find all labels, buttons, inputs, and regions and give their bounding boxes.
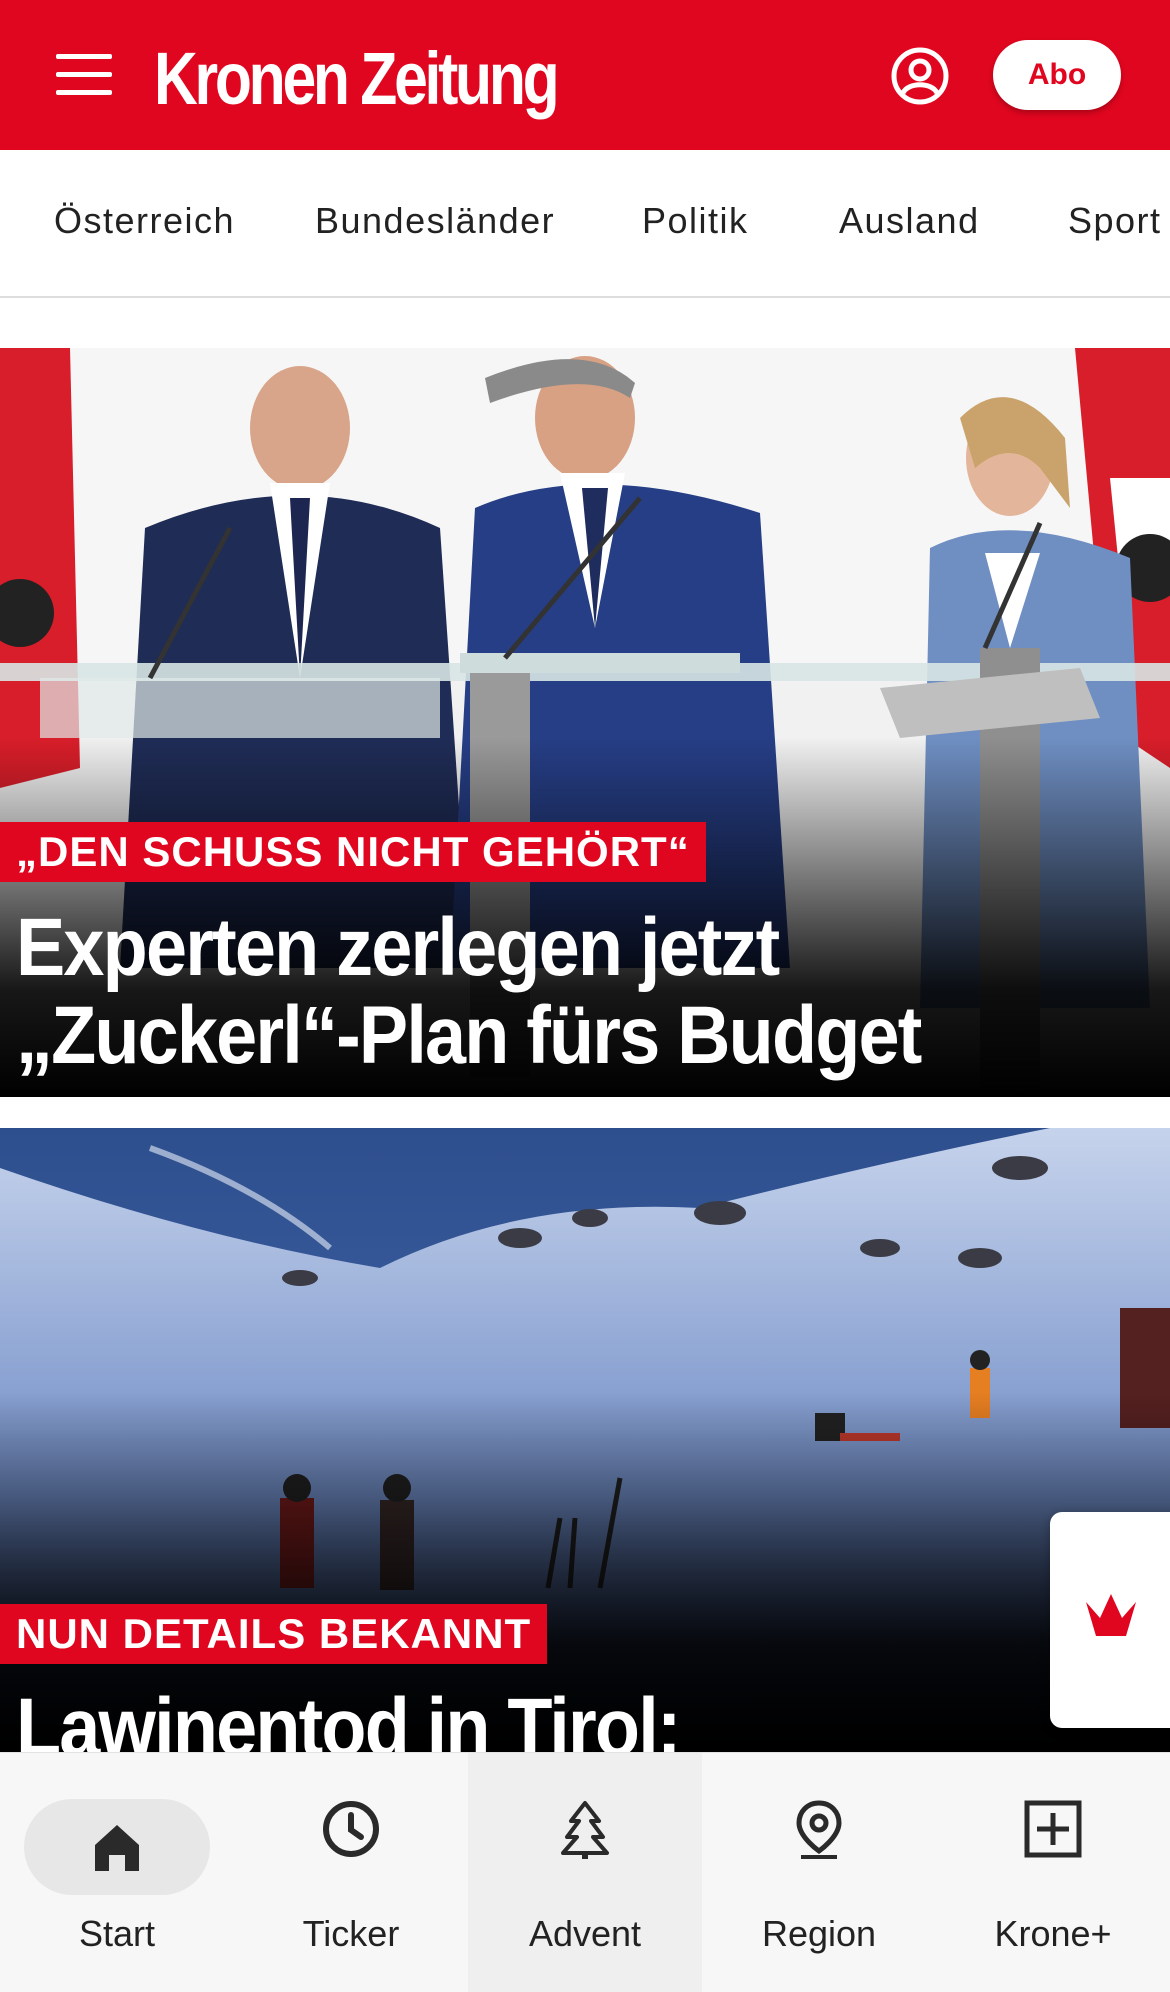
kronen-zeitung-logo[interactable]: Kronen Zeitung: [154, 34, 560, 124]
category-oesterreich[interactable]: Österreich: [54, 200, 235, 242]
category-ausland[interactable]: Ausland: [839, 200, 980, 242]
krone-floating-widget[interactable]: [1050, 1512, 1170, 1728]
abo-button[interactable]: Abo: [993, 40, 1121, 110]
christmas-tree-icon: [555, 1799, 615, 1859]
nav-label: Advent: [528, 1913, 642, 1954]
category-sport[interactable]: Sport: [1068, 200, 1162, 242]
bottom-navigation: Start Ticker Advent Region Krone+: [0, 1752, 1170, 1992]
nav-item-advent[interactable]: Advent: [468, 1753, 702, 1992]
article-card-avalanche[interactable]: NUN DETAILS BEKANNT Lawinentod in Tirol:: [0, 1128, 1170, 1752]
article-kicker: NUN DETAILS BEKANNT: [0, 1604, 548, 1664]
top-app-bar: Kronen Zeitung Abo: [0, 0, 1170, 150]
nav-label: Start: [78, 1913, 156, 1954]
clock-icon: [321, 1799, 381, 1859]
nav-item-krone-plus[interactable]: Krone+: [936, 1753, 1170, 1992]
nav-item-start[interactable]: Start: [0, 1753, 234, 1992]
article-kicker: „DEN SCHUSS NICHT GEHÖRT“: [0, 822, 706, 882]
nav-label: Ticker: [302, 1913, 400, 1954]
article-headline-line: „Zuckerl“-Plan fürs Budget: [16, 990, 922, 1081]
category-politik[interactable]: Politik: [642, 200, 749, 242]
nav-label: Krone+: [994, 1913, 1112, 1954]
location-pin-icon: [789, 1799, 849, 1859]
category-nav: Österreich Bundesländer Politik Ausland …: [0, 150, 1170, 298]
plus-box-icon: [1023, 1799, 1083, 1859]
nav-label: Region: [761, 1913, 877, 1954]
article-headline: Lawinentod in Tirol:: [16, 1682, 682, 1753]
home-icon: [87, 1817, 147, 1877]
article-headline: Experten zerlegen jetzt „Zuckerl“-Plan f…: [16, 902, 922, 1081]
nav-item-ticker[interactable]: Ticker: [234, 1753, 468, 1992]
article-headline-line: Lawinentod in Tirol:: [16, 1682, 682, 1753]
crown-icon: [1086, 1594, 1136, 1636]
nav-item-region[interactable]: Region: [702, 1753, 936, 1992]
article-card-budget[interactable]: „DEN SCHUSS NICHT GEHÖRT“ Experten zerle…: [0, 348, 1170, 1097]
category-bundeslaender[interactable]: Bundesländer: [315, 200, 555, 242]
article-headline-line: Experten zerlegen jetzt: [16, 902, 780, 993]
hamburger-menu-icon[interactable]: [56, 54, 112, 96]
user-account-icon[interactable]: [890, 46, 950, 106]
